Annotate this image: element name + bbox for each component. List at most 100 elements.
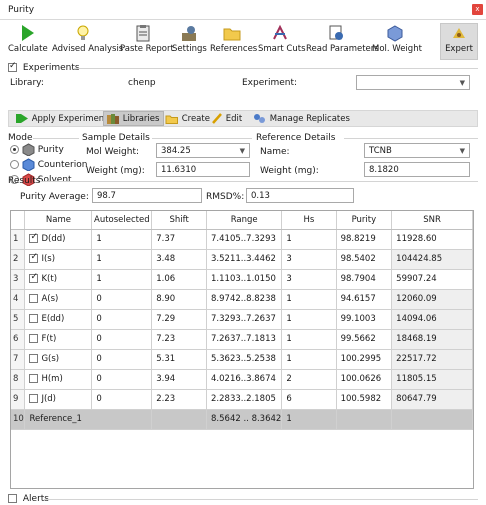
range-cell[interactable]: 8.9742..8.8238 [206, 289, 283, 310]
reference-row[interactable]: 10 Reference_1 8.5642 .. 8.3642 1 [11, 409, 473, 430]
shift-cell[interactable] [151, 409, 208, 430]
snr-cell[interactable]: 59907.24 [391, 269, 473, 290]
shift-cell[interactable]: 3.48 [151, 249, 208, 270]
smart-cuts-button[interactable]: Smart Cuts [258, 24, 306, 60]
autoselected-cell[interactable]: 0 [91, 329, 153, 350]
autoselected-cell[interactable]: 0 [91, 309, 153, 330]
reference-name-combo[interactable]: TCNB ▼ [364, 143, 470, 158]
hs-cell[interactable]: 1 [281, 349, 337, 370]
row-number[interactable]: 4 [11, 289, 26, 310]
table-row[interactable]: 5 E(dd) 0 7.29 7.3293..7.2637 1 99.1003 14094.0… [11, 309, 473, 330]
peak-checkbox[interactable] [29, 354, 39, 363]
peak-name-cell[interactable]: E(dd) [24, 309, 93, 330]
peak-checkbox[interactable] [29, 374, 39, 383]
create-button[interactable]: Create [163, 112, 214, 126]
peak-name-cell[interactable]: H(m) [24, 369, 93, 390]
mode-radio[interactable] [10, 145, 19, 154]
settings-button[interactable]: Settings [172, 24, 207, 60]
purity-cell[interactable]: 100.2995 [336, 349, 393, 370]
shift-cell[interactable]: 3.94 [151, 369, 208, 390]
autoselected-cell[interactable]: 1 [91, 269, 153, 290]
purity-cell[interactable]: 98.8219 [336, 229, 393, 250]
shift-cell[interactable]: 1.06 [151, 269, 208, 290]
hs-cell[interactable]: 1 [281, 309, 337, 330]
snr-cell[interactable]: 11928.60 [391, 229, 473, 250]
peak-checkbox[interactable] [29, 294, 39, 303]
hs-cell[interactable]: 1 [281, 329, 337, 350]
shift-cell[interactable]: 2.23 [151, 389, 208, 410]
snr-cell[interactable]: 14094.06 [391, 309, 473, 330]
hs-cell[interactable]: 1 [281, 229, 337, 250]
range-cell[interactable]: 8.5642 .. 8.3642 [206, 409, 283, 430]
peak-name-cell[interactable]: J(d) [24, 389, 93, 410]
peak-name-cell[interactable]: I(s) [24, 249, 93, 270]
purity-cell[interactable] [336, 409, 393, 430]
purity-cell[interactable]: 99.1003 [336, 309, 393, 330]
column-header[interactable]: Range [206, 211, 283, 230]
range-cell[interactable]: 3.5211..3.4462 [206, 249, 283, 270]
paste-report-button[interactable]: Paste Report [120, 24, 174, 60]
edit-button[interactable]: Edit [209, 112, 246, 126]
purity-cell[interactable]: 99.5662 [336, 329, 393, 350]
row-number[interactable]: 1 [11, 229, 26, 250]
range-cell[interactable]: 5.3623..5.2538 [206, 349, 283, 370]
table-row[interactable]: 8 H(m) 0 3.94 4.0216..3.8674 2 100.0626 11805.1… [11, 369, 473, 390]
snr-cell[interactable] [391, 409, 473, 430]
peak-name-cell[interactable]: G(s) [24, 349, 93, 370]
mode-option-purity[interactable]: Purity [10, 143, 64, 157]
table-row[interactable]: 4 A(s) 0 8.90 8.9742..8.8238 1 94.6157 12060.09 [11, 289, 473, 310]
read-parameters-button[interactable]: Read Parameters [306, 24, 379, 60]
mode-option-counterion[interactable]: Counterion [10, 158, 87, 172]
autoselected-cell[interactable]: 0 [91, 389, 153, 410]
range-cell[interactable]: 1.1103..1.0150 [206, 269, 283, 290]
column-header[interactable]: Shift [151, 211, 208, 230]
row-number[interactable]: 7 [11, 349, 26, 370]
table-row[interactable]: 1D(dd)17.377.4105..7.3293198.821911928.6… [11, 229, 473, 250]
references-button[interactable]: References [210, 24, 257, 60]
expert-button[interactable]: Expert [440, 23, 478, 60]
purity-cell[interactable]: 98.7904 [336, 269, 393, 290]
range-cell[interactable]: 7.3293..7.2637 [206, 309, 283, 330]
column-header[interactable]: Name [24, 211, 93, 230]
row-number[interactable]: 9 [11, 389, 26, 410]
close-button[interactable]: x [472, 4, 483, 15]
mol-weight-combo[interactable]: 384.25 ▼ [156, 143, 250, 158]
row-number[interactable]: 10 [11, 409, 26, 430]
range-cell[interactable]: 2.2833..2.1805 [206, 389, 283, 410]
purity-cell[interactable]: 100.0626 [336, 369, 393, 390]
advised-analysis-button[interactable]: Advised Analysis [52, 24, 123, 60]
sample-weight-input[interactable]: 11.6310 [156, 162, 250, 177]
range-cell[interactable]: 4.0216..3.8674 [206, 369, 283, 390]
peak-checkbox[interactable] [29, 334, 39, 343]
column-header[interactable]: SNR [391, 211, 473, 230]
table-row[interactable]: 7 G(s) 0 5.31 5.3623..5.2538 1 100.2995 22517.7… [11, 349, 473, 370]
shift-cell[interactable]: 8.90 [151, 289, 208, 310]
table-row[interactable]: 3K(t)11.061.1103..1.0150398.790459907.24 [11, 269, 473, 290]
reference-weight-input[interactable]: 8.1820 [364, 162, 470, 177]
row-number[interactable]: 6 [11, 329, 26, 350]
autoselected-cell[interactable]: 1 [91, 229, 153, 250]
snr-cell[interactable]: 12060.09 [391, 289, 473, 310]
mode-radio[interactable] [10, 160, 19, 169]
mol-weight-button[interactable]: Mol. Weight [372, 24, 422, 60]
snr-cell[interactable]: 11805.15 [391, 369, 473, 390]
hs-cell[interactable]: 3 [281, 269, 337, 290]
experiments-checkbox[interactable] [8, 61, 17, 72]
snr-cell[interactable]: 104424.85 [391, 249, 473, 270]
purity-cell[interactable]: 100.5982 [336, 389, 393, 410]
column-header[interactable] [11, 211, 26, 230]
row-number[interactable]: 2 [11, 249, 26, 270]
column-header[interactable]: Purity [336, 211, 393, 230]
purity-cell[interactable]: 98.5402 [336, 249, 393, 270]
peak-name-cell[interactable]: D(dd) [24, 229, 93, 250]
row-number[interactable]: 5 [11, 309, 26, 330]
hs-cell[interactable]: 6 [281, 389, 337, 410]
table-row[interactable]: 2 I(s) 13.483.5211..3.4462398.5402104424.8… [11, 249, 473, 270]
peak-checkbox[interactable] [29, 232, 39, 243]
column-header[interactable]: Hs [281, 211, 337, 230]
column-header[interactable]: Autoselected [91, 211, 153, 230]
autoselected-cell[interactable]: 0 [91, 349, 153, 370]
peak-checkbox[interactable] [29, 394, 39, 403]
peak-checkbox[interactable] [29, 252, 39, 263]
autoselected-cell[interactable]: 0 [91, 369, 153, 390]
